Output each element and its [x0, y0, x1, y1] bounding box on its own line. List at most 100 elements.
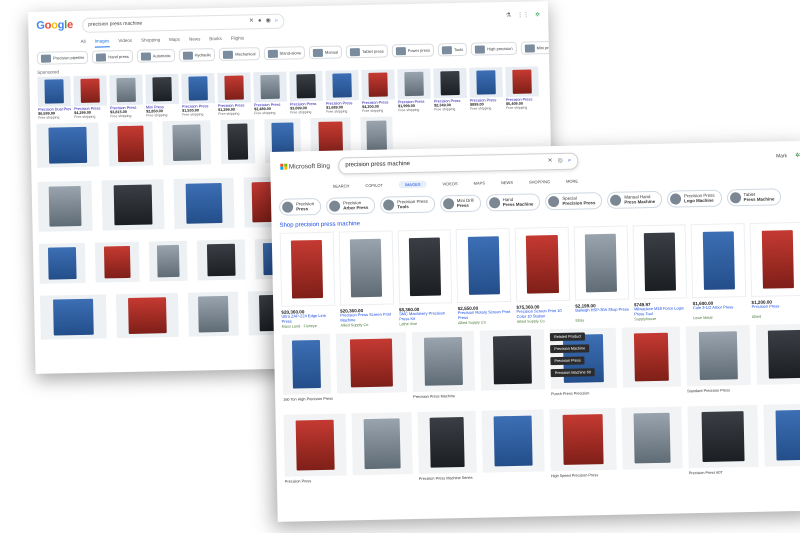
image-overlay-menu-item[interactable]: Precision Machine 60 — [550, 368, 596, 378]
search-icon[interactable]: ⌕ — [568, 158, 571, 164]
bing-search-input[interactable]: precision press machine ✕ ◎ ⌕ — [338, 152, 579, 175]
shopping-product-card[interactable]: $2,550.00 Precision Rotary Screen Print P… — [455, 227, 512, 325]
product-ad-card[interactable]: Precision Press $1,299.90 Free shipping — [217, 72, 251, 116]
image-result-thumbnail[interactable] — [417, 410, 477, 474]
image-result-thumbnail[interactable] — [162, 120, 212, 166]
refine-chip[interactable]: Manual — [308, 45, 343, 60]
product-ad-card[interactable]: Precision Press $2,489.00 Free shipping — [253, 71, 287, 115]
image-result-thumbnail[interactable] — [335, 332, 408, 394]
image-result-thumbnail[interactable] — [36, 122, 100, 168]
product-ad-card[interactable]: Precision Press $4,200.00 Free shipping — [361, 69, 395, 113]
image-overlay-menu-item[interactable]: Precision Machine — [550, 344, 590, 354]
image-result-thumbnail[interactable] — [220, 119, 256, 164]
shopping-product-card[interactable]: $20,360.00 Precision Press Screen Print M… — [338, 230, 394, 328]
rewards-icon[interactable]: ✲ — [795, 153, 800, 159]
product-ad-card[interactable]: Precision Dual Press $6,599.99 Free shippi… — [37, 76, 71, 120]
image-result-thumbnail[interactable] — [173, 177, 235, 229]
image-result-thumbnail[interactable] — [481, 409, 545, 473]
bing-logo[interactable]: Microsoft Bing — [280, 162, 338, 170]
product-ad-card[interactable]: Precision Press $4,299.00 Free shipping — [73, 75, 107, 119]
image-result-thumbnail[interactable] — [755, 323, 800, 385]
product-ad-card[interactable]: Precision Press $5,409.00 Free shipping — [505, 66, 539, 110]
image-result-thumbnail[interactable] — [101, 179, 165, 231]
refine-chip[interactable]: Hydraulic — [178, 48, 216, 62]
related-search-chip[interactable]: Precision Arbor Press — [326, 196, 376, 215]
google-search-input[interactable]: precision press machine ✕ ● ◉ ⌕ — [82, 13, 285, 33]
shopping-product-card[interactable]: $8,360.00 SMC Machinery Precision Press K… — [397, 229, 453, 326]
related-search-chip[interactable]: Precision Press — [278, 197, 322, 216]
product-ad-card[interactable]: Precision Press $3,815.00 Free shipping — [109, 74, 143, 118]
clear-icon[interactable]: ✕ — [548, 158, 553, 164]
labs-icon[interactable]: ⚗ — [506, 13, 512, 19]
tab-images[interactable]: IMAGES — [398, 180, 427, 188]
shopping-product-card[interactable]: $749.97 Milwaukee M18 Force Logic Press T… — [632, 224, 688, 321]
shopping-product-card[interactable]: $1,200.00 Precision Press Allied — [749, 221, 800, 319]
shopping-product-card[interactable]: $75,360.00 Precision Screen Print 10 Colo… — [514, 226, 571, 324]
image-result-thumbnail[interactable] — [685, 324, 751, 387]
search-icon[interactable]: ⌕ — [275, 18, 278, 24]
sign-in-link[interactable]: Mark — [776, 153, 787, 159]
google-logo[interactable]: Google — [36, 19, 78, 32]
related-search-chip[interactable]: Mini Drill Press — [439, 194, 481, 213]
product-ad-card[interactable]: Precision Press $899.00 Free shipping — [469, 67, 503, 111]
refine-chip[interactable]: Power press — [391, 43, 435, 58]
tab-images[interactable]: Images — [94, 38, 110, 48]
image-result-thumbnail[interactable] — [196, 239, 246, 281]
tab-copilot[interactable]: COPILOT — [365, 182, 383, 187]
related-search-chip[interactable]: Precision Press Tools — [380, 195, 436, 214]
tab-flights[interactable]: Flights — [231, 35, 244, 44]
related-search-chip[interactable]: Tablet Press Machine — [726, 188, 782, 207]
image-result-thumbnail[interactable] — [37, 180, 93, 232]
refine-chip[interactable]: Mechanical — [219, 47, 260, 62]
related-search-chip[interactable]: Special Precision Press — [545, 192, 603, 211]
product-ad-card[interactable]: Precision Press $2,349.00 Free shipping — [433, 67, 467, 112]
image-result-thumbnail[interactable] — [479, 329, 546, 391]
related-search-chip[interactable]: Hand Press Machine — [485, 193, 541, 212]
image-overlay-menu-item[interactable]: Precision Press — [550, 356, 585, 366]
refine-chip[interactable]: Precision pipeline — [36, 50, 89, 65]
image-overlay-menu-item[interactable]: Related Product — [549, 332, 586, 342]
apps-grid-icon[interactable]: ⋮⋮ — [517, 13, 529, 19]
refine-chip[interactable]: Stand-alone — [263, 46, 306, 61]
image-result-thumbnail[interactable] — [283, 413, 347, 477]
product-ad-card[interactable]: Precision Press $3,699.00 Free shipping — [289, 70, 323, 115]
clear-icon[interactable]: ✕ — [249, 18, 254, 24]
tab-search[interactable]: SEARCH — [333, 183, 350, 188]
related-search-chip[interactable]: Precision Press Logo Machine — [666, 189, 722, 208]
shopping-product-card[interactable]: $2,199.00 Baileigh HSP-30A Shop Press Ebay — [573, 225, 630, 323]
refine-chip[interactable]: Hand press — [92, 49, 133, 64]
related-search-chip[interactable]: Manual Hand Press Machine — [607, 190, 663, 209]
tab-shopping[interactable]: SHOPPING — [529, 179, 550, 184]
tab-books[interactable]: Books — [209, 36, 222, 45]
image-result-thumbnail[interactable] — [411, 330, 476, 393]
product-ad-card[interactable]: Precision Press $1,530.90 Free shipping — [181, 73, 215, 117]
tab-news[interactable]: NEWS — [501, 179, 513, 184]
mic-icon[interactable]: ● — [258, 18, 262, 24]
image-result-thumbnail[interactable] — [549, 407, 617, 472]
tab-more[interactable]: MORE — [566, 178, 578, 183]
product-ad-card[interactable]: Precision Press $1,999.00 Free shipping — [397, 68, 431, 112]
refine-chip[interactable]: Automatic — [136, 48, 175, 63]
image-result-thumbnail[interactable] — [38, 242, 86, 284]
image-result-thumbnail[interactable] — [687, 404, 759, 469]
refine-chip[interactable]: Mini press — [520, 40, 556, 55]
image-result-thumbnail[interactable] — [108, 121, 154, 167]
visual-search-icon[interactable]: ◎ — [558, 158, 563, 164]
tab-all[interactable]: All — [81, 39, 86, 48]
tab-maps[interactable]: MAPS — [474, 180, 485, 185]
tab-news[interactable]: News — [189, 36, 200, 45]
tab-videos[interactable]: Videos — [118, 38, 132, 47]
image-result-thumbnail[interactable] — [621, 326, 681, 388]
image-result-thumbnail[interactable] — [115, 292, 179, 339]
image-result-thumbnail[interactable] — [281, 333, 332, 395]
tab-videos[interactable]: VIDEOS — [442, 181, 457, 186]
image-result-thumbnail[interactable] — [148, 240, 188, 282]
image-result-thumbnail[interactable] — [621, 406, 683, 470]
image-result-thumbnail[interactable] — [763, 403, 800, 467]
image-result-thumbnail[interactable] — [39, 294, 107, 340]
product-ad-card[interactable]: Mini Press $2,850.00 Free shipping — [145, 73, 179, 118]
avatar[interactable]: ✲ — [535, 12, 540, 18]
image-result-thumbnail[interactable] — [94, 241, 140, 283]
product-ad-card[interactable]: Precision Press $1,689.00 Free shipping — [325, 70, 359, 114]
camera-icon[interactable]: ◉ — [266, 18, 271, 24]
